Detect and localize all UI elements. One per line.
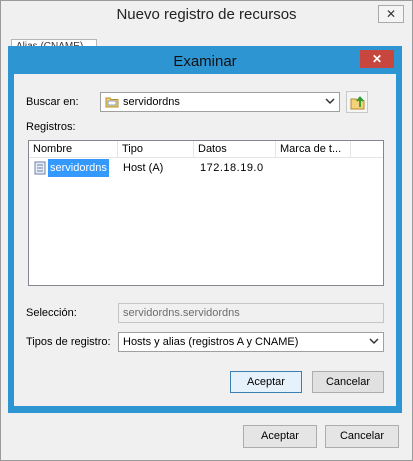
chevron-down-icon bbox=[325, 94, 335, 114]
look-in-value: servidordns bbox=[123, 96, 180, 108]
selection-field: servidordns.servidordns bbox=[118, 303, 384, 323]
outer-cancel-button[interactable]: Cancelar bbox=[325, 425, 399, 448]
records-list[interactable]: Nombre Tipo Datos Marca de t... servidor… bbox=[28, 140, 384, 286]
record-types-value: Hosts y alias (registros A y CNAME) bbox=[123, 336, 299, 348]
outer-titlebar: Nuevo registro de recursos ✕ bbox=[1, 1, 412, 31]
chevron-down-icon bbox=[369, 334, 379, 354]
column-header-timestamp[interactable]: Marca de t... bbox=[276, 141, 351, 158]
column-header-name[interactable]: Nombre bbox=[29, 141, 118, 158]
close-icon: ✕ bbox=[371, 52, 383, 66]
dialog-body: Buscar en: servidordns Registros: Nombre… bbox=[14, 74, 396, 406]
records-label: Registros: bbox=[26, 121, 76, 133]
dialog-cancel-button[interactable]: Cancelar bbox=[312, 371, 384, 393]
dialog-close-button[interactable]: ✕ bbox=[360, 50, 394, 68]
dialog-ok-button[interactable]: Aceptar bbox=[230, 371, 302, 393]
close-icon: ✕ bbox=[385, 7, 397, 21]
browse-dialog: Examinar ✕ Buscar en: servidordns Regist… bbox=[8, 46, 402, 413]
up-folder-button[interactable] bbox=[346, 91, 368, 113]
records-list-header: Nombre Tipo Datos Marca de t... bbox=[29, 141, 383, 158]
row-type-cell: Host (A) bbox=[123, 162, 164, 174]
look-in-combo[interactable]: servidordns bbox=[100, 92, 340, 112]
outer-close-button[interactable]: ✕ bbox=[378, 5, 404, 23]
record-types-select[interactable]: Hosts y alias (registros A y CNAME) bbox=[118, 332, 384, 352]
row-name-cell: servidordns bbox=[48, 159, 109, 177]
server-icon bbox=[34, 161, 46, 178]
column-header-data[interactable]: Datos bbox=[194, 141, 276, 158]
dialog-titlebar: Examinar ✕ bbox=[8, 46, 402, 74]
row-data-cell: 172.18.19.0 bbox=[200, 162, 264, 174]
record-types-label: Tipos de registro: bbox=[26, 336, 111, 348]
table-row[interactable]: servidordns Host (A) 172.18.19.0 bbox=[29, 159, 383, 177]
look-in-label: Buscar en: bbox=[26, 96, 79, 108]
folder-icon bbox=[105, 96, 119, 114]
column-header-type[interactable]: Tipo bbox=[118, 141, 194, 158]
selection-label: Selección: bbox=[26, 307, 77, 319]
outer-window-title: Nuevo registro de recursos bbox=[116, 6, 297, 23]
up-folder-icon bbox=[350, 95, 366, 113]
dialog-title: Examinar bbox=[173, 53, 237, 70]
outer-ok-button[interactable]: Aceptar bbox=[243, 425, 317, 448]
